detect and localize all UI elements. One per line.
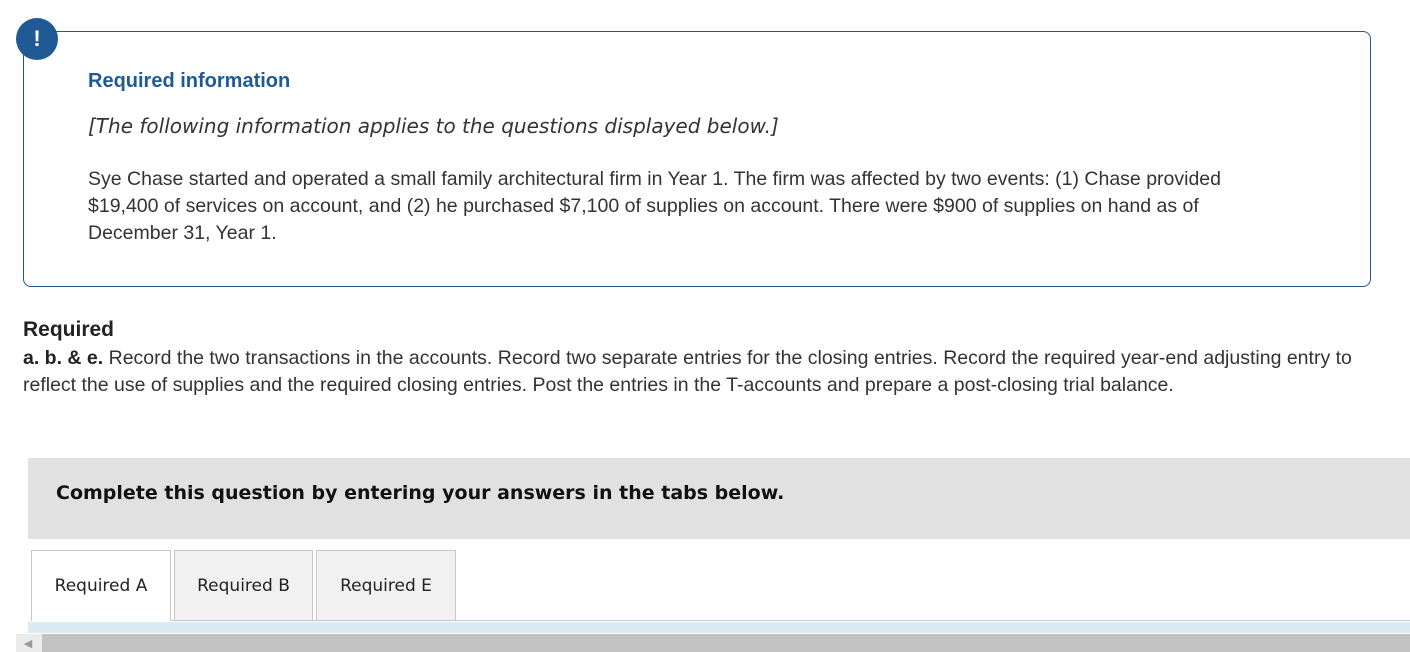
tab-label: Required B [197, 575, 290, 596]
tab-required-a[interactable]: Required A [31, 550, 171, 621]
required-label: a. b. & e. [23, 347, 104, 369]
alert-icon: ! [16, 18, 58, 60]
instructions-panel: Complete this question by entering your … [28, 458, 1410, 539]
info-note: [The following information applies to th… [88, 114, 779, 138]
required-description: Record the two transactions in the accou… [23, 347, 1352, 396]
required-information-box: Required information [The following info… [23, 31, 1371, 287]
exclamation-icon: ! [33, 26, 41, 51]
horizontal-scrollbar[interactable]: ◀ [16, 634, 1410, 652]
instructions-text: Complete this question by entering your … [56, 482, 785, 504]
info-body: Sye Chase started and operated a small f… [88, 168, 1221, 244]
tab-divider [171, 620, 1410, 621]
scroll-left-arrow-icon[interactable]: ◀ [16, 634, 40, 652]
tab-label: Required A [54, 576, 148, 596]
required-heading: Required [23, 318, 115, 341]
info-title: Required information [88, 70, 291, 92]
tab-label: Required E [340, 575, 432, 596]
required-text: a. b. & e. Record the two transactions i… [23, 345, 1408, 399]
tab-content-top [28, 622, 1410, 633]
scrollbar-thumb[interactable] [42, 634, 1410, 652]
tab-required-e[interactable]: Required E [316, 550, 456, 621]
tab-required-b[interactable]: Required B [174, 550, 313, 621]
